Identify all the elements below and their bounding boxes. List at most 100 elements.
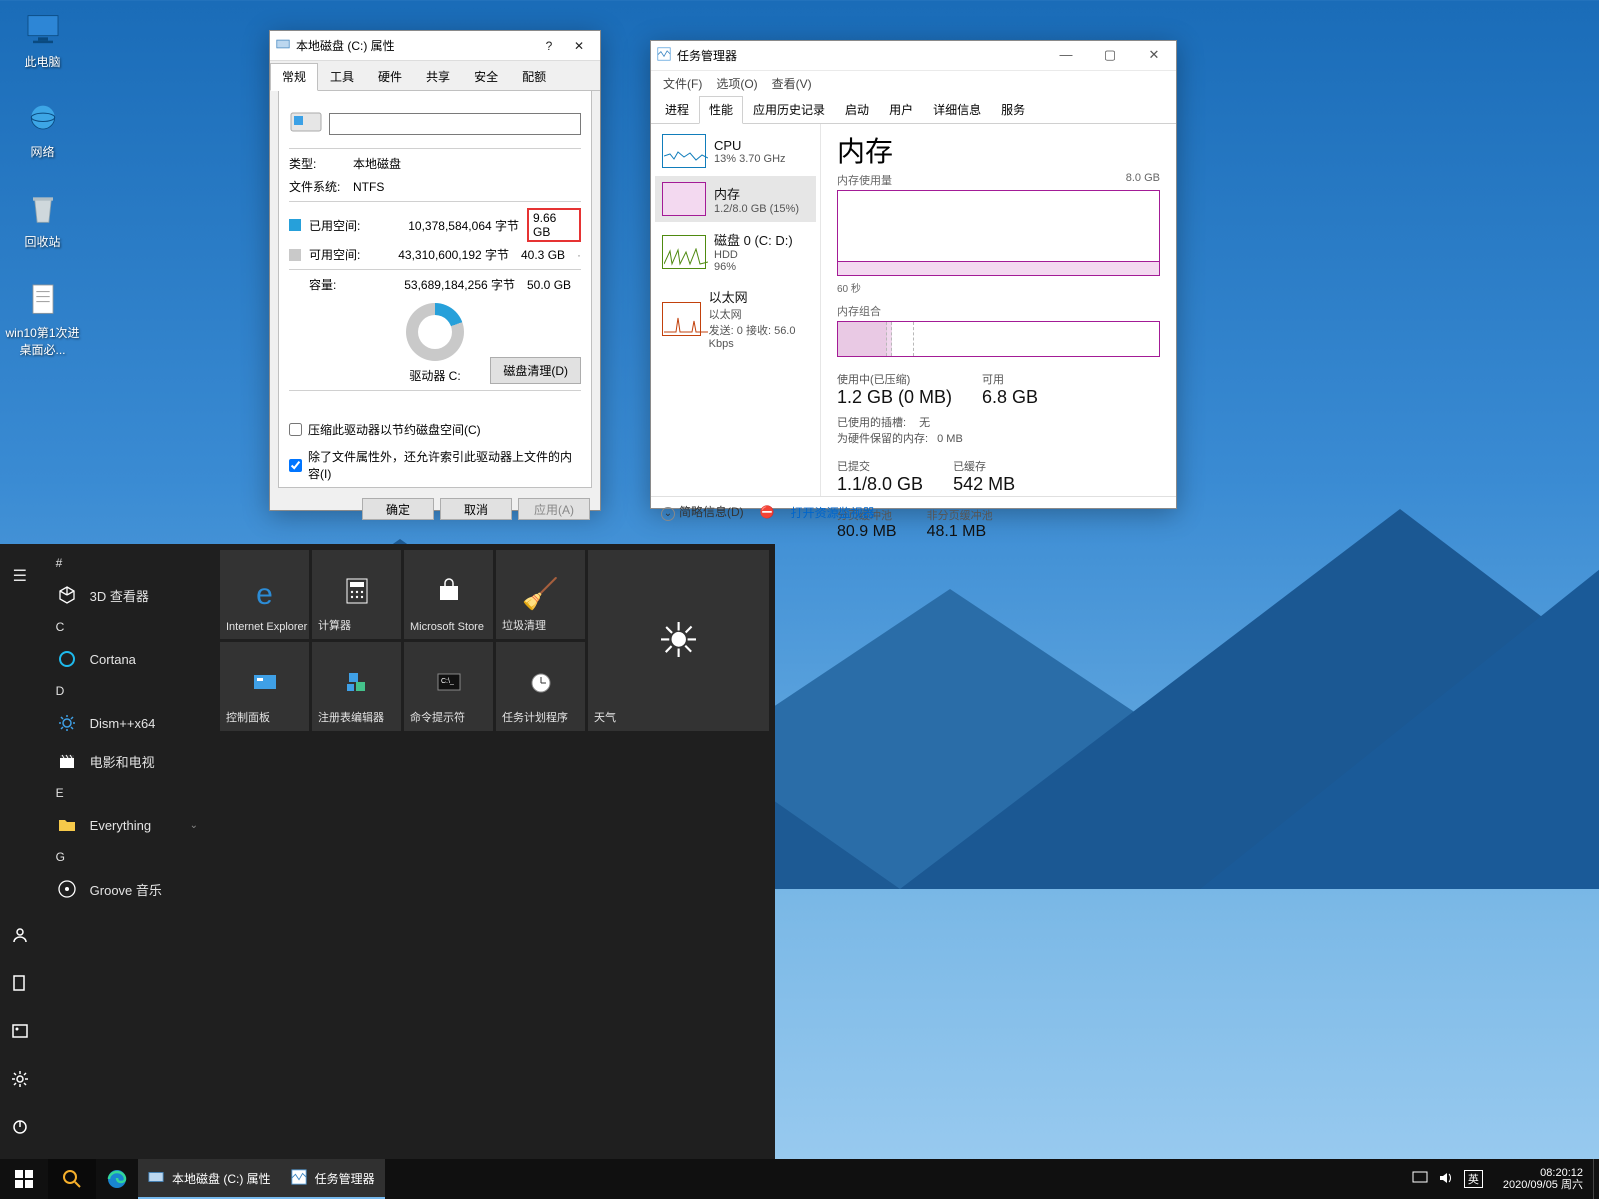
app-cortana[interactable]: Cortana [40,640,214,678]
menu-options[interactable]: 选项(O) [710,73,763,94]
memory-sparkline-icon [662,182,706,216]
tile-calculator[interactable]: 计算器 [312,550,401,639]
tile-junk-cleanup[interactable]: 🧹垃圾清理 [496,550,585,639]
tray-monitor-icon[interactable] [1412,1170,1428,1189]
fewer-details-button[interactable]: ⌄简略信息(D) [661,503,744,521]
hwres-value: 0 MB [937,433,963,445]
clock-icon [527,669,555,705]
tray-volume-icon[interactable] [1438,1170,1454,1189]
index-checkbox[interactable]: 除了文件属性外，还允许索引此驱动器上文件的内容(I) [289,448,581,482]
app-dism[interactable]: Dism++x64 [40,704,214,742]
disk-card[interactable]: 磁盘 0 (C: D:)HDD96% [655,224,816,279]
time-axis: 60 秒 [837,280,1160,295]
tab-sharing[interactable]: 共享 [414,63,462,90]
cpu-sub: 13% 3.70 GHz [714,153,786,165]
textfile-icon [23,280,63,320]
letter-header[interactable]: G [40,844,214,870]
help-button[interactable]: ? [534,39,564,53]
network-card[interactable]: 以太网以太网发送: 0 接收: 56.0 Kbps [655,281,816,356]
volume-name-input[interactable] [329,113,581,135]
app-list[interactable]: # 3D 查看器 C Cortana D Dism++x64 电影和电视 E E… [40,544,214,1159]
taskbar-item-properties[interactable]: 本地磁盘 (C:) 属性 [138,1159,281,1199]
letter-header[interactable]: E [40,780,214,806]
tile-tasksched[interactable]: 任务计划程序 [496,642,585,731]
menu-file[interactable]: 文件(F) [657,73,708,94]
tab-security[interactable]: 安全 [462,63,510,90]
tab-processes[interactable]: 进程 [655,96,699,123]
taskmgr-tabs: 进程 性能 应用历史记录 启动 用户 详细信息 服务 [651,96,1176,124]
tile-control-panel[interactable]: 控制面板 [220,642,309,731]
fs-value: NTFS [353,180,384,194]
documents-icon[interactable] [0,959,40,1007]
menu-view[interactable]: 查看(V) [766,73,818,94]
close-button[interactable]: ✕ [1132,42,1176,70]
system-tray[interactable]: 英 [1402,1170,1493,1189]
disk-cleanup-button[interactable]: 磁盘清理(D) [490,357,581,384]
tab-apphistory[interactable]: 应用历史记录 [743,96,835,123]
tile-regedit[interactable]: 注册表编辑器 [312,642,401,731]
pictures-icon[interactable] [0,1007,40,1055]
cpu-card[interactable]: CPU13% 3.70 GHz [655,128,816,174]
close-button[interactable]: ✕ [564,39,594,53]
performance-main: 内存 内存使用量8.0 GB 60 秒 内存组合 使用中(已压缩)1.2 GB … [821,124,1176,496]
desktop-icon-thispc[interactable]: 此电脑 [5,9,80,70]
tab-services[interactable]: 服务 [991,96,1035,123]
apply-button[interactable]: 应用(A) [518,498,590,520]
tray-ime[interactable]: 英 [1464,1170,1483,1188]
tile-weather[interactable]: ☀ 天气 [588,550,769,731]
tab-tools[interactable]: 工具 [318,63,366,90]
letter-header[interactable]: D [40,678,214,704]
used-label: 已用空间: [309,217,360,234]
tab-quota[interactable]: 配额 [510,63,558,90]
app-everything[interactable]: Everything⌄ [40,806,214,844]
tile-store[interactable]: Microsoft Store [404,550,493,639]
desktop-icon-network[interactable]: 网络 [5,99,80,160]
maximize-button[interactable]: ▢ [1088,42,1132,70]
open-resource-monitor-link[interactable]: 打开资源监视器 [791,504,875,521]
window-title: 任务管理器 [677,47,1044,64]
app-groove[interactable]: Groove 音乐 [40,870,214,908]
user-icon[interactable] [0,911,40,959]
letter-header[interactable]: # [40,550,214,576]
power-icon[interactable] [0,1103,40,1151]
cmd-icon: C:\_ [435,669,463,705]
tab-details[interactable]: 详细信息 [923,96,991,123]
titlebar[interactable]: 本地磁盘 (C:) 属性 ? ✕ [270,31,600,61]
tab-users[interactable]: 用户 [879,96,923,123]
free-label: 可用空间: [309,246,360,263]
cpu-sparkline-icon [662,134,706,168]
edge-button[interactable] [96,1159,138,1199]
taskbar-item-taskmgr[interactable]: 任务管理器 [281,1159,385,1199]
minimize-button[interactable]: — [1044,42,1088,70]
settings-icon[interactable] [0,1055,40,1103]
tab-performance[interactable]: 性能 [699,96,743,124]
start-tiles: eInternet Explorer 计算器 Microsoft Store 🧹… [214,544,775,1159]
ok-button[interactable]: 确定 [362,498,434,520]
hamburger-icon[interactable]: ☰ [0,552,40,600]
compress-checkbox[interactable]: 压缩此驱动器以节约磁盘空间(C) [289,421,581,438]
ie-icon: e [256,578,273,612]
disk-sparkline-icon [662,235,706,269]
show-desktop-button[interactable] [1593,1159,1599,1199]
cancel-button[interactable]: 取消 [440,498,512,520]
tab-startup[interactable]: 启动 [835,96,879,123]
taskbar-clock[interactable]: 08:20:12 2020/09/05 周六 [1493,1167,1593,1191]
start-button[interactable] [0,1159,48,1199]
titlebar[interactable]: 任务管理器 — ▢ ✕ [651,41,1176,71]
memory-card[interactable]: 内存1.2/8.0 GB (15%) [655,176,816,222]
desktop-icon-textfile[interactable]: win10第1次进桌面必... [5,280,80,358]
tile-cmd[interactable]: C:\_命令提示符 [404,642,493,731]
desktop-icon-recyclebin[interactable]: 回收站 [5,189,80,250]
start-menu: ☰ # 3D 查看器 C Cortana D Dism++x64 电影和电视 E… [0,544,775,1159]
tab-general[interactable]: 常规 [270,63,318,91]
tab-hardware[interactable]: 硬件 [366,63,414,90]
control-panel-icon [251,669,279,705]
chevron-down-icon: ⌄ [190,820,198,831]
gear-icon [56,712,78,734]
search-button[interactable] [48,1159,96,1199]
tile-ie[interactable]: eInternet Explorer [220,550,309,639]
letter-header[interactable]: C [40,614,214,640]
app-movies[interactable]: 电影和电视 [40,742,214,780]
app-3d-viewer[interactable]: 3D 查看器 [40,576,214,614]
free-swatch [289,249,301,261]
